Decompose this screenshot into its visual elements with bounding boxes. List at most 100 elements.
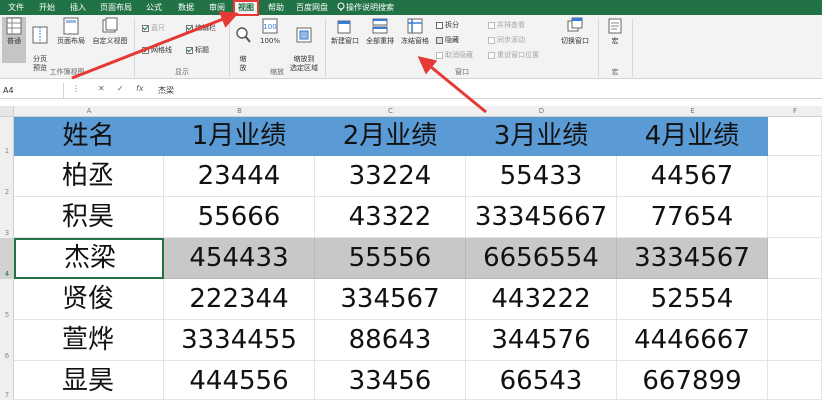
data-cell[interactable]: 33345667 [466, 197, 617, 238]
name-cell[interactable]: 积昊 [14, 197, 164, 238]
data-cell[interactable]: 43322 [315, 197, 466, 238]
header-cell[interactable]: 4月业绩 [617, 117, 768, 156]
hide-window-button[interactable]: 隐藏 [436, 35, 459, 45]
empty-cell[interactable] [768, 156, 822, 197]
data-cell[interactable]: 3334455 [164, 320, 315, 361]
tab-formulas[interactable]: 公式 [138, 0, 170, 15]
normal-view-icon [6, 17, 22, 35]
lightbulb-search-icon[interactable] [336, 2, 346, 12]
selected-data-cell[interactable]: 3334567 [617, 238, 768, 279]
data-cell[interactable]: 66543 [466, 361, 617, 400]
data-cell[interactable]: 55666 [164, 197, 315, 238]
tab-review[interactable]: 审阅 [202, 0, 232, 15]
column-header-b[interactable]: B [164, 106, 315, 117]
column-header-c[interactable]: C [315, 106, 466, 117]
split-button[interactable]: 拆分 [436, 20, 459, 30]
selected-data-cell[interactable]: 6656554 [466, 238, 617, 279]
header-cell[interactable]: 2月业绩 [315, 117, 466, 156]
custom-views-button[interactable]: 自定义视图 [90, 17, 130, 63]
row-header[interactable]: 1 [0, 117, 14, 156]
header-cell[interactable]: 1月业绩 [164, 117, 315, 156]
cancel-icon[interactable]: ✕ [98, 84, 105, 93]
tab-home[interactable]: 开始 [32, 0, 62, 15]
zoom-to-selection-button[interactable]: 缩放到 选定区域 [286, 17, 322, 72]
column-header-f[interactable]: F [768, 106, 822, 117]
formula-input[interactable]: 杰梁 [158, 83, 174, 98]
data-cell[interactable]: 334567 [315, 279, 466, 320]
gridlines-checkbox[interactable]: 网格线 [142, 45, 172, 55]
name-cell[interactable]: 贤俊 [14, 279, 164, 320]
sync-scroll-icon [488, 36, 495, 44]
row-header[interactable]: 5 [0, 279, 14, 320]
unhide-window-button[interactable]: 取消隐藏 [436, 50, 473, 60]
tab-help[interactable]: 帮助 [260, 0, 292, 15]
zoom-100-button[interactable]: 100 100% [256, 17, 284, 63]
tab-file[interactable]: 文件 [0, 0, 32, 15]
data-cell[interactable]: 667899 [617, 361, 768, 400]
data-cell[interactable]: 222344 [164, 279, 315, 320]
column-header-a[interactable]: A [14, 106, 164, 117]
data-cell[interactable]: 77654 [617, 197, 768, 238]
data-cell[interactable]: 444556 [164, 361, 315, 400]
empty-cell[interactable] [768, 197, 822, 238]
tell-me-search[interactable]: 操作说明搜索 [346, 0, 416, 15]
empty-cell[interactable] [768, 361, 822, 400]
name-cell[interactable]: 显昊 [14, 361, 164, 400]
row-header[interactable]: 3 [0, 197, 14, 238]
switch-windows-button[interactable]: 切换窗口 [556, 17, 594, 63]
tab-page-layout[interactable]: 页面布局 [94, 0, 138, 15]
tab-data[interactable]: 数据 [170, 0, 202, 15]
data-cell[interactable]: 52554 [617, 279, 768, 320]
row-header[interactable]: 2 [0, 156, 14, 197]
empty-cell[interactable] [768, 117, 822, 156]
column-header-e[interactable]: E [617, 106, 768, 117]
select-all-corner[interactable] [0, 106, 14, 117]
view-side-by-side-button[interactable]: 并排查看 [488, 20, 525, 30]
row-header[interactable]: 6 [0, 320, 14, 361]
page-layout-view-button[interactable]: 页面布局 [54, 17, 88, 63]
empty-cell[interactable] [768, 238, 822, 279]
data-cell[interactable]: 44567 [617, 156, 768, 197]
empty-cell[interactable] [768, 279, 822, 320]
tab-baidu-netdisk[interactable]: 百度网盘 [292, 0, 332, 15]
header-cell[interactable]: 姓名 [14, 117, 164, 156]
synchronous-scrolling-button[interactable]: 同步滚动 [488, 35, 525, 45]
name-cell[interactable]: 柏丞 [14, 156, 164, 197]
name-box[interactable]: A4 [0, 83, 64, 98]
name-cell[interactable]: 萱烨 [14, 320, 164, 361]
page-break-preview-button[interactable]: 分页 预览 [28, 17, 52, 72]
data-cell[interactable]: 443222 [466, 279, 617, 320]
data-cell[interactable]: 88643 [315, 320, 466, 361]
tab-view[interactable]: 视图 [234, 0, 258, 15]
data-cell[interactable]: 4446667 [617, 320, 768, 361]
header-cell[interactable]: 3月业绩 [466, 117, 617, 156]
column-header-d[interactable]: D [466, 106, 617, 117]
macros-button[interactable]: 宏 [602, 17, 628, 63]
arrange-all-button[interactable]: 全部重排 [363, 17, 397, 63]
data-cell[interactable]: 344576 [466, 320, 617, 361]
reset-window-position-button[interactable]: 重设窗口位置 [488, 50, 539, 60]
selected-data-cell[interactable]: 55556 [315, 238, 466, 279]
normal-view-button[interactable]: 普通 [2, 17, 26, 63]
formula-bar-checkbox[interactable]: 编辑栏 [186, 23, 216, 33]
row-header[interactable]: 4 [0, 238, 14, 279]
ribbon-separator [632, 19, 633, 77]
data-cell[interactable]: 33456 [315, 361, 466, 400]
row-number: 4 [4, 270, 10, 278]
insert-function-icon[interactable]: fx [136, 84, 144, 93]
zoom-button[interactable]: 缩 放 [232, 17, 254, 72]
headings-checkbox[interactable]: 标题 [186, 45, 209, 55]
ruler-checkbox[interactable]: 直尺 [142, 23, 165, 33]
empty-cell[interactable] [768, 320, 822, 361]
data-cell[interactable]: 23444 [164, 156, 315, 197]
row-header[interactable]: 7 [0, 361, 14, 400]
data-cell[interactable]: 55433 [466, 156, 617, 197]
tab-insert[interactable]: 插入 [62, 0, 94, 15]
freeze-panes-button[interactable]: 冻结窗格 [398, 17, 432, 63]
active-name-cell[interactable]: 杰梁 [14, 238, 164, 279]
data-cell[interactable]: 33224 [315, 156, 466, 197]
group-label-workbook-views: 工作簿视图 [49, 68, 85, 76]
new-window-button[interactable]: 新建窗口 [328, 17, 362, 63]
enter-icon[interactable]: ✓ [117, 84, 124, 93]
selected-data-cell[interactable]: 454433 [164, 238, 315, 279]
